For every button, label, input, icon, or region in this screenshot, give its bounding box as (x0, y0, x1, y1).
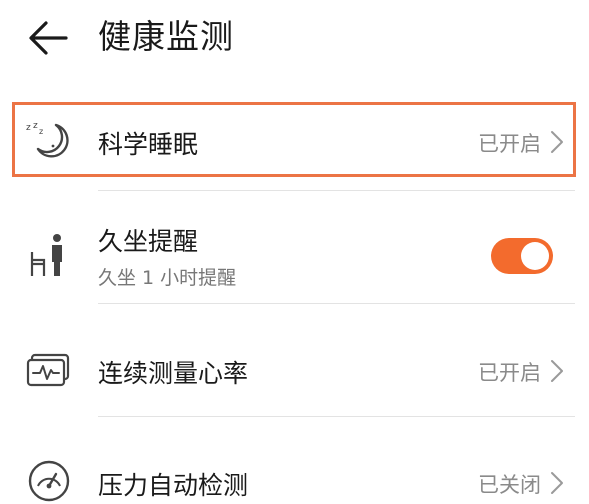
list-item-pressure[interactable]: 压力自动检测 已关闭 (0, 448, 589, 502)
page-title: 健康监测 (98, 17, 234, 56)
list-item-sublabel: 久坐 1 小时提醒 (98, 267, 237, 289)
list-item-sleep[interactable]: z z z 科学睡眠 已开启 (0, 104, 589, 176)
divider (98, 303, 575, 304)
sleep-moon-icon: z z z (26, 121, 69, 158)
sedentary-person-icon (30, 234, 62, 276)
svg-text:z: z (39, 127, 43, 136)
chevron-right-icon (551, 131, 563, 153)
toggle-knob (521, 242, 549, 270)
status-text: 已关闭 (478, 473, 541, 497)
sedentary-toggle[interactable] (491, 238, 553, 274)
header-bar: 健康监测 (0, 0, 589, 78)
back-button[interactable] (26, 18, 70, 58)
svg-text:z: z (26, 123, 31, 133)
list-item-label: 科学睡眠 (98, 130, 199, 159)
chevron-right-icon (551, 360, 563, 382)
divider (98, 190, 575, 191)
pressure-gauge-icon (28, 460, 70, 502)
status-text: 已开启 (478, 361, 541, 385)
arrow-left-icon (29, 21, 68, 55)
divider (98, 416, 575, 417)
heart-rate-monitor-icon (26, 353, 70, 387)
list-item-label: 压力自动检测 (98, 471, 249, 500)
status-text: 已开启 (478, 132, 541, 156)
chevron-right-icon (551, 472, 563, 494)
svg-text:z: z (33, 121, 38, 131)
list-item-label: 连续测量心率 (98, 359, 249, 388)
list-item-label: 久坐提醒 (98, 227, 199, 256)
list-item-heart-rate[interactable]: 连续测量心率 已开启 (0, 332, 589, 406)
